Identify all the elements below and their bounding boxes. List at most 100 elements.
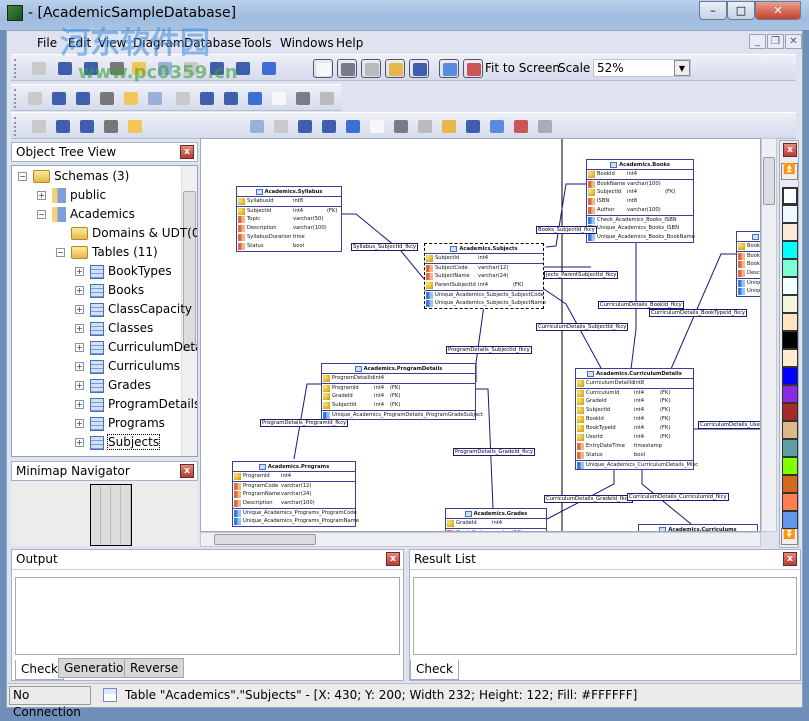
mdi-close-button[interactable]: ✕ — [785, 34, 802, 49]
color-swatch[interactable] — [782, 511, 798, 529]
color-swatch[interactable] — [782, 349, 798, 367]
tree-node-academics[interactable]: − Academics — [37, 205, 135, 224]
close-panel-icon[interactable]: x — [782, 143, 797, 158]
constraint-row[interactable]: Unique_Academics_Subjects_SubjectName — [425, 299, 546, 308]
table-subjects[interactable]: Academics.Subjects SubjectId int4 SubjectCo… — [424, 243, 546, 309]
pointer-select-button[interactable] — [511, 117, 531, 136]
column-row[interactable]: Descri — [737, 269, 760, 278]
scroll-up-icon[interactable]: ⏫ — [781, 163, 798, 180]
relation-label[interactable]: ProgramDetails_SubjectId_fkcy — [446, 346, 532, 354]
tree-node-curriculumdeta[interactable]: + CurriculumDeta — [75, 338, 197, 357]
hand-button[interactable] — [97, 89, 117, 108]
table-curriculums[interactable]: Academics.Curriculums — [638, 524, 758, 531]
toolbar-grip[interactable] — [14, 59, 17, 78]
relation-label[interactable]: CurriculumDetails_GradeId_fkcy — [544, 495, 633, 503]
layout-5-button[interactable] — [409, 59, 429, 78]
collapse-icon[interactable]: − — [37, 210, 46, 219]
column-row[interactable]: CurriculumDetailId int8 — [576, 379, 693, 388]
tree-node-classcapacity[interactable]: + ClassCapacity — [75, 300, 192, 319]
move-button[interactable] — [49, 89, 69, 108]
align-top-button[interactable] — [271, 117, 291, 136]
column-row[interactable]: ProgramId int4 (FK) — [322, 383, 475, 392]
mdi-restore-button[interactable]: ❐ — [767, 34, 784, 49]
column-row[interactable]: EntryDateTime timestamp — [576, 442, 693, 451]
check-model-button[interactable] — [29, 117, 49, 136]
tree-node-books[interactable]: + Books — [75, 281, 144, 300]
column-row[interactable]: Topic varchar(50) — [237, 215, 341, 224]
table-books[interactable]: Academics.Books BookId int4 BookName varchar… — [586, 159, 695, 243]
menu-file[interactable]: File — [37, 36, 57, 50]
menu-windows[interactable]: Windows — [280, 36, 334, 50]
tree-node-booktypes[interactable]: + BookTypes — [75, 262, 172, 281]
table-curriculumdetails[interactable]: Academics.CurriculumDetails CurriculumDet… — [575, 368, 698, 470]
table-grid-button[interactable] — [439, 117, 459, 136]
color-swatch[interactable] — [782, 241, 798, 259]
column-row[interactable]: Description varchar(100) — [237, 224, 341, 233]
tree-node-classes[interactable]: + Classes — [75, 319, 153, 338]
toolbar-grip[interactable] — [14, 117, 17, 136]
column-row[interactable]: BookT — [737, 260, 760, 269]
expand-icon[interactable]: + — [75, 305, 84, 314]
relation-label[interactable]: jects_ParentSubjectId_fkcy — [544, 271, 619, 279]
column-row[interactable]: ISBN int8 — [587, 197, 693, 206]
color-swatch[interactable] — [782, 295, 798, 313]
column-row[interactable]: BookName varchar(100) — [587, 179, 693, 188]
column-row[interactable]: SubjectId int4 — [425, 254, 543, 263]
zoom-in-button[interactable] — [121, 89, 141, 108]
relation-label[interactable]: ProgramDetails_GradeId_fkcy — [453, 448, 536, 456]
table-programdetails[interactable]: Academics.ProgramDetails ProgramDetailId i… — [321, 363, 483, 420]
column-row[interactable]: SubjectCode varchar(12) — [425, 263, 543, 272]
scale-select[interactable]: 52% ▼ — [593, 59, 691, 77]
table-programs[interactable]: Academics.Programs ProgramId int4 ProgramCo… — [232, 461, 359, 527]
import-button[interactable] — [367, 117, 387, 136]
output-text[interactable] — [15, 577, 400, 655]
canvas-vertical-scrollbar[interactable] — [761, 138, 777, 532]
result-list[interactable] — [413, 577, 797, 655]
mdi-minimize-button[interactable]: _ — [749, 34, 766, 49]
column-row[interactable]: CurriculumId int4 (FK) — [576, 388, 693, 397]
relation-many-button[interactable] — [221, 89, 241, 108]
color-swatch[interactable] — [782, 475, 798, 493]
fit-to-screen-button[interactable]: Fit to Screen — [485, 61, 560, 75]
note-add-button[interactable] — [391, 117, 411, 136]
constraint-row[interactable]: Unique_Academics_Programs_ProgramCode — [233, 508, 357, 517]
pointer-button[interactable] — [25, 89, 45, 108]
column-row[interactable]: BookId int4 — [587, 170, 693, 179]
close-panel-icon[interactable]: x — [783, 552, 797, 566]
table-syllabus[interactable]: Academics.Syllabus SyllabusId int8 SubjectI… — [236, 186, 342, 252]
color-swatch[interactable] — [782, 367, 798, 385]
tab-reverse[interactable]: Reverse — [124, 658, 185, 678]
constraint-row[interactable]: Unique_Academics_Books_BookName — [587, 233, 695, 242]
relation-label[interactable]: ProgramDetails_ProgramId_fkcy — [260, 419, 349, 427]
constraint-row[interactable]: Unique_Academics_ProgramDetails_ProgramG… — [322, 410, 483, 419]
column-row[interactable]: ProgramId int4 — [233, 472, 355, 481]
report-button[interactable] — [53, 117, 73, 136]
layout-3-button[interactable] — [361, 59, 381, 78]
column-row[interactable]: Status bool — [237, 242, 341, 251]
color-swatch[interactable] — [782, 385, 798, 403]
grid-cells-button[interactable] — [295, 117, 315, 136]
relation-label[interactable]: Books_SubjectId_fkcy — [536, 226, 597, 234]
relation-button[interactable] — [197, 89, 217, 108]
relation-label[interactable]: Syllabus_SubjectId_fkcy — [351, 243, 419, 251]
tree-node-programdetails[interactable]: + ProgramDetails — [75, 395, 197, 414]
table-booktypes[interactable]: BookT BookT BookT Descri Uniqu Uniqu — [736, 231, 760, 297]
constraint-row[interactable]: Uniqu — [737, 287, 760, 296]
key-button[interactable] — [535, 117, 555, 136]
tab-check[interactable]: Check — [15, 660, 64, 680]
canvas-horizontal-scrollbar[interactable] — [200, 532, 761, 547]
users-button[interactable] — [487, 117, 507, 136]
layout-4-button[interactable] — [385, 59, 405, 78]
constraint-row[interactable]: Unique_Academics_CurriculumDetails_Misc — [576, 460, 698, 469]
view-button[interactable] — [269, 89, 289, 108]
close-panel-icon[interactable]: x — [386, 552, 400, 566]
column-row[interactable]: ProgramName varchar(24) — [233, 490, 355, 499]
minimize-button[interactable]: – — [699, 1, 727, 20]
scrollbar-thumb[interactable] — [214, 534, 316, 545]
expand-icon[interactable]: + — [75, 381, 84, 390]
menu-tools[interactable]: Tools — [242, 36, 272, 50]
color-swatch[interactable] — [782, 277, 798, 295]
menu-help[interactable]: Help — [336, 36, 363, 50]
expand-icon[interactable]: + — [75, 400, 84, 409]
column-row[interactable]: ParentSubjectId int4 (FK) — [425, 281, 543, 290]
